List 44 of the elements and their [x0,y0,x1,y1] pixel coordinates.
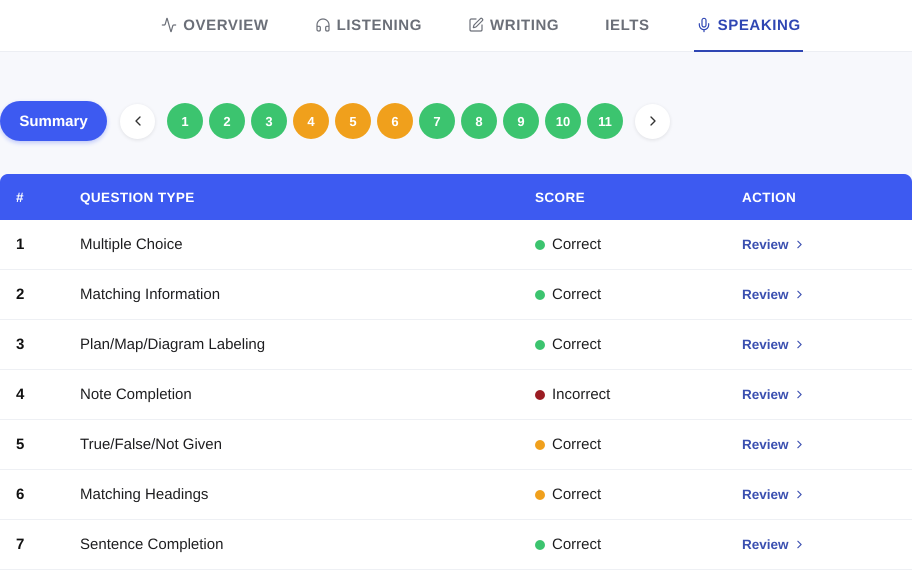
previous-button[interactable] [120,104,155,138]
row-number: 5 [16,436,24,453]
score-text: Correct [552,486,602,503]
nav-tab[interactable]: LISTENING [312,0,424,52]
nav-tab[interactable]: SPEAKING [694,0,803,52]
microphone-icon [696,17,712,33]
column-header: # [16,190,25,204]
review-link[interactable]: Review [742,337,806,352]
review-link[interactable]: Review [742,537,806,552]
row-number: 2 [16,286,24,303]
pen-icon [468,17,484,33]
question-type: Matching Headings [80,486,208,503]
question-type: True/False/Not Given [80,436,222,453]
next-button[interactable] [635,104,670,138]
review-link[interactable]: Review [742,237,806,252]
nav-tab[interactable]: WRITING [466,0,562,52]
score-text: Correct [552,236,602,253]
review-link[interactable]: Review [742,437,806,452]
nav-tab[interactable]: IELTS [603,0,652,52]
score-text: Correct [552,536,602,553]
score-text: Correct [552,436,602,453]
score-text: Correct [552,336,602,353]
question-type: Plan/Map/Diagram Labeling [80,336,266,353]
column-header: SCORE [535,190,586,204]
row-number: 6 [16,486,24,503]
question-type: Sentence Completion [80,536,224,553]
headphones-icon [314,17,331,33]
question-type: Matching Information [80,286,220,303]
nav-tab[interactable]: OVERVIEW [159,0,271,52]
question-type: Note Completion [80,386,192,403]
row-number: 1 [16,236,24,253]
row-number: 7 [16,536,24,553]
review-link[interactable]: Review [742,387,806,402]
review-link[interactable]: Review [742,287,806,302]
review-link[interactable]: Review [742,487,806,502]
question-type: Multiple Choice [80,236,183,253]
summary-button[interactable]: Summary [0,101,107,141]
score-text: Correct [552,286,602,303]
row-number: 4 [16,386,24,403]
score-text: Incorrect [552,386,610,403]
column-header: ACTION [742,190,798,204]
pulse-icon [161,17,178,33]
column-header: QUESTION TYPE [80,190,196,204]
row-number: 3 [16,336,24,353]
